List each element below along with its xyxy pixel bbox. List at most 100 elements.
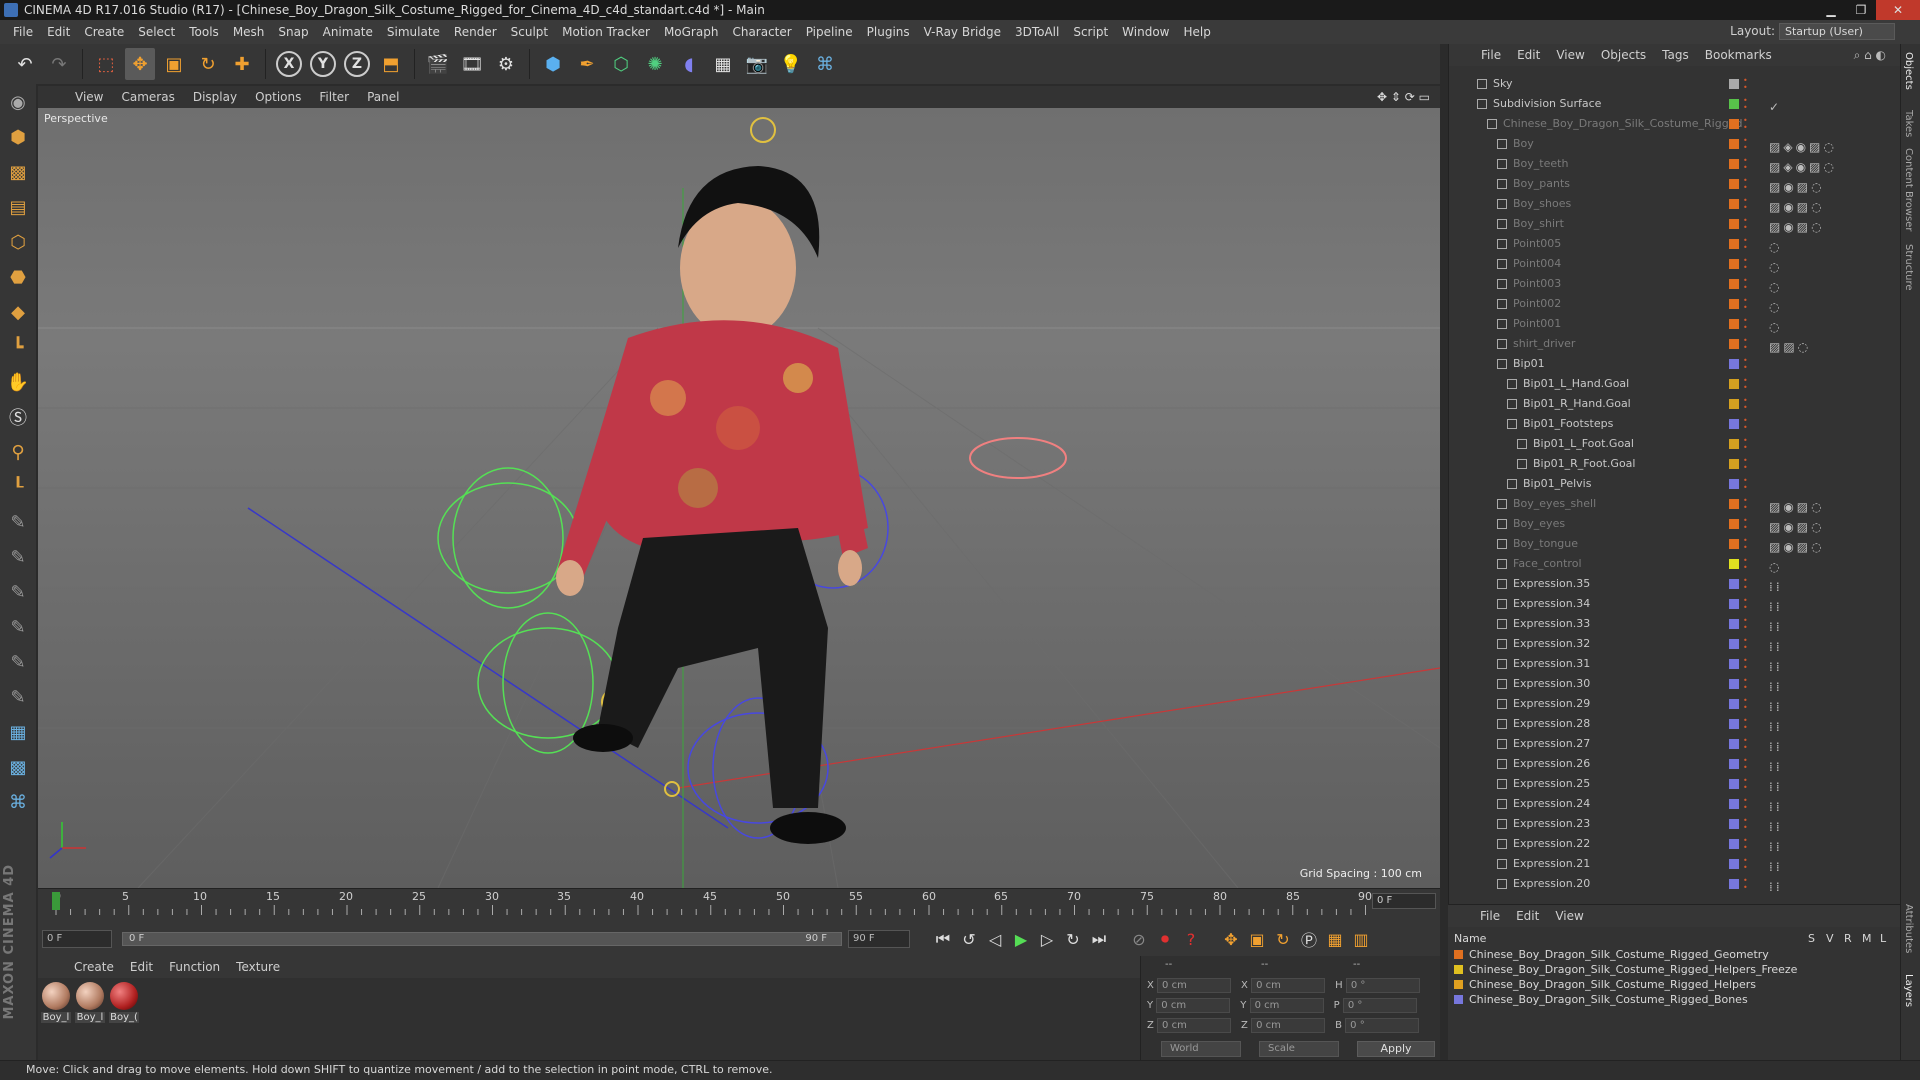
object-row[interactable]: Point003 • • ◌ <box>1449 274 1889 294</box>
object-row[interactable]: Boy_tongue • • ▨◉▨◌ <box>1449 534 1889 554</box>
layer-color-swatch[interactable] <box>1729 819 1739 829</box>
menu-help[interactable]: Help <box>1176 25 1217 39</box>
visibility-dots-icon[interactable]: • • <box>1743 477 1748 492</box>
current-frame-field[interactable]: 0 F <box>1372 893 1436 909</box>
object-row[interactable]: Expression.33 • • ⁞⁞ <box>1449 614 1889 634</box>
layer-color-swatch[interactable] <box>1729 139 1739 149</box>
coord-mode-dropdown[interactable]: World <box>1161 1041 1241 1057</box>
object-row[interactable]: Point005 • • ◌ <box>1449 234 1889 254</box>
record-icon[interactable]: ⏺ <box>1152 926 1178 952</box>
object-row[interactable]: Face_control • • ◌ <box>1449 554 1889 574</box>
layer-color-swatch[interactable] <box>1454 980 1463 989</box>
viewport-menu-view[interactable]: View <box>66 90 112 104</box>
rotate-icon[interactable]: ↻ <box>193 48 223 80</box>
layer-row[interactable]: Chinese_Boy_Dragon_Silk_Costume_Rigged_H… <box>1454 977 1756 992</box>
visibility-dots-icon[interactable]: • • <box>1743 257 1748 272</box>
menu-3dtoall[interactable]: 3DToAll <box>1008 25 1066 39</box>
visibility-dots-icon[interactable]: • • <box>1743 77 1748 92</box>
visibility-dots-icon[interactable]: • • <box>1743 437 1748 452</box>
object-row[interactable]: Expression.31 • • ⁞⁞ <box>1449 654 1889 674</box>
visibility-dots-icon[interactable]: • • <box>1743 817 1748 832</box>
floor-icon[interactable]: ▦ <box>708 48 738 80</box>
layer-color-swatch[interactable] <box>1729 459 1739 469</box>
model-mode-icon[interactable]: ⬢ <box>1 120 35 154</box>
layer-color-swatch[interactable] <box>1729 299 1739 309</box>
object-row[interactable]: shirt_driver • • ▨▨◌ <box>1449 334 1889 354</box>
menu-select[interactable]: Select <box>131 25 182 39</box>
visibility-dots-icon[interactable]: • • <box>1743 717 1748 732</box>
brush-3-icon[interactable]: ✎ <box>1 575 35 609</box>
layer-color-swatch[interactable] <box>1729 539 1739 549</box>
visibility-dots-icon[interactable]: • • <box>1743 657 1748 672</box>
x-axis-icon[interactable]: X <box>276 51 302 77</box>
layer-row[interactable]: Chinese_Boy_Dragon_Silk_Costume_Rigged_G… <box>1454 947 1769 962</box>
next-frame-icon[interactable]: ▷ <box>1034 926 1060 952</box>
playhead[interactable] <box>52 892 60 910</box>
layer-color-swatch[interactable] <box>1729 319 1739 329</box>
key-param-icon[interactable]: Ⓟ <box>1296 926 1322 952</box>
obj-menu-view[interactable]: View <box>1548 48 1592 62</box>
visibility-dots-icon[interactable]: • • <box>1743 397 1748 412</box>
layer-color-swatch[interactable] <box>1729 439 1739 449</box>
layer-color-swatch[interactable] <box>1454 965 1463 974</box>
object-row[interactable]: Bip01_R_Foot.Goal • • <box>1449 454 1889 474</box>
axis-mode-icon[interactable]: ┗ <box>1 330 35 364</box>
layer-color-swatch[interactable] <box>1729 119 1739 129</box>
object-row[interactable]: Bip01_R_Hand.Goal • • <box>1449 394 1889 414</box>
object-row[interactable]: Boy_shirt • • ▨◉▨◌ <box>1449 214 1889 234</box>
maximize-icon[interactable]: ❐ <box>1846 0 1876 20</box>
z-axis-icon[interactable]: Z <box>344 51 370 77</box>
object-row[interactable]: Expression.27 • • ⁞⁞ <box>1449 734 1889 754</box>
layer-color-swatch[interactable] <box>1729 219 1739 229</box>
visibility-dots-icon[interactable]: • • <box>1743 537 1748 552</box>
material-swatch[interactable]: Boy_l <box>75 978 105 1023</box>
workplane-icon[interactable]: ▤ <box>1 190 35 224</box>
key-rotation-icon[interactable]: ↻ <box>1270 926 1296 952</box>
menu-pipeline[interactable]: Pipeline <box>799 25 860 39</box>
visibility-dots-icon[interactable]: • • <box>1743 317 1748 332</box>
y-axis-icon[interactable]: Y <box>310 51 336 77</box>
layer-color-swatch[interactable] <box>1729 579 1739 589</box>
menu-file[interactable]: File <box>6 25 40 39</box>
viewport-menu-cameras[interactable]: Cameras <box>112 90 183 104</box>
tab-attributes[interactable]: Attributes <box>1903 904 1914 953</box>
material-menu-texture[interactable]: Texture <box>228 960 288 974</box>
layer-color-swatch[interactable] <box>1729 779 1739 789</box>
minimize-icon[interactable]: ▁ <box>1816 0 1846 20</box>
coord-system-icon[interactable]: ⬒ <box>376 48 406 80</box>
deformer-icon[interactable]: ◖ <box>674 48 704 80</box>
object-row[interactable]: Point004 • • ◌ <box>1449 254 1889 274</box>
visibility-dots-icon[interactable]: • • <box>1743 577 1748 592</box>
visibility-dots-icon[interactable]: • • <box>1743 277 1748 292</box>
layer-color-swatch[interactable] <box>1729 419 1739 429</box>
magnet-icon[interactable]: ⚲ <box>1 435 35 469</box>
visibility-dots-icon[interactable]: • • <box>1743 857 1748 872</box>
menu-animate[interactable]: Animate <box>316 25 380 39</box>
material-menu-create[interactable]: Create <box>66 960 122 974</box>
key-position-icon[interactable]: ✥ <box>1218 926 1244 952</box>
position-z-field[interactable]: 0 cm <box>1157 1018 1232 1033</box>
object-row[interactable]: Bip01_L_Foot.Goal • • <box>1449 434 1889 454</box>
menu-tools[interactable]: Tools <box>182 25 226 39</box>
play-icon[interactable]: ▶ <box>1008 926 1034 952</box>
layer-color-swatch[interactable] <box>1729 639 1739 649</box>
visibility-dots-icon[interactable]: • • <box>1743 837 1748 852</box>
edges-mode-icon[interactable]: ⬣ <box>1 260 35 294</box>
layer-color-swatch[interactable] <box>1729 659 1739 669</box>
object-row[interactable]: Bip01 • • <box>1449 354 1889 374</box>
viewport-menu-filter[interactable]: Filter <box>310 90 358 104</box>
layer-color-swatch[interactable] <box>1454 995 1463 1004</box>
object-row[interactable]: Expression.22 • • ⁞⁞ <box>1449 834 1889 854</box>
layer-color-swatch[interactable] <box>1729 99 1739 109</box>
visibility-dots-icon[interactable]: • • <box>1743 517 1748 532</box>
frame-range-slider[interactable]: 0 F 90 F <box>122 932 842 946</box>
polygons-mode-icon[interactable]: ◆ <box>1 295 35 329</box>
apply-button[interactable]: Apply <box>1357 1041 1435 1057</box>
layer-color-swatch[interactable] <box>1729 359 1739 369</box>
object-row[interactable]: Expression.32 • • ⁞⁞ <box>1449 634 1889 654</box>
obj-menu-bookmarks[interactable]: Bookmarks <box>1697 48 1780 62</box>
object-row[interactable]: Expression.28 • • ⁞⁞ <box>1449 714 1889 734</box>
layer-color-swatch[interactable] <box>1729 719 1739 729</box>
tweak-mode-icon[interactable]: ✋ <box>1 365 35 399</box>
material-swatch[interactable]: Boy_l <box>41 978 71 1023</box>
